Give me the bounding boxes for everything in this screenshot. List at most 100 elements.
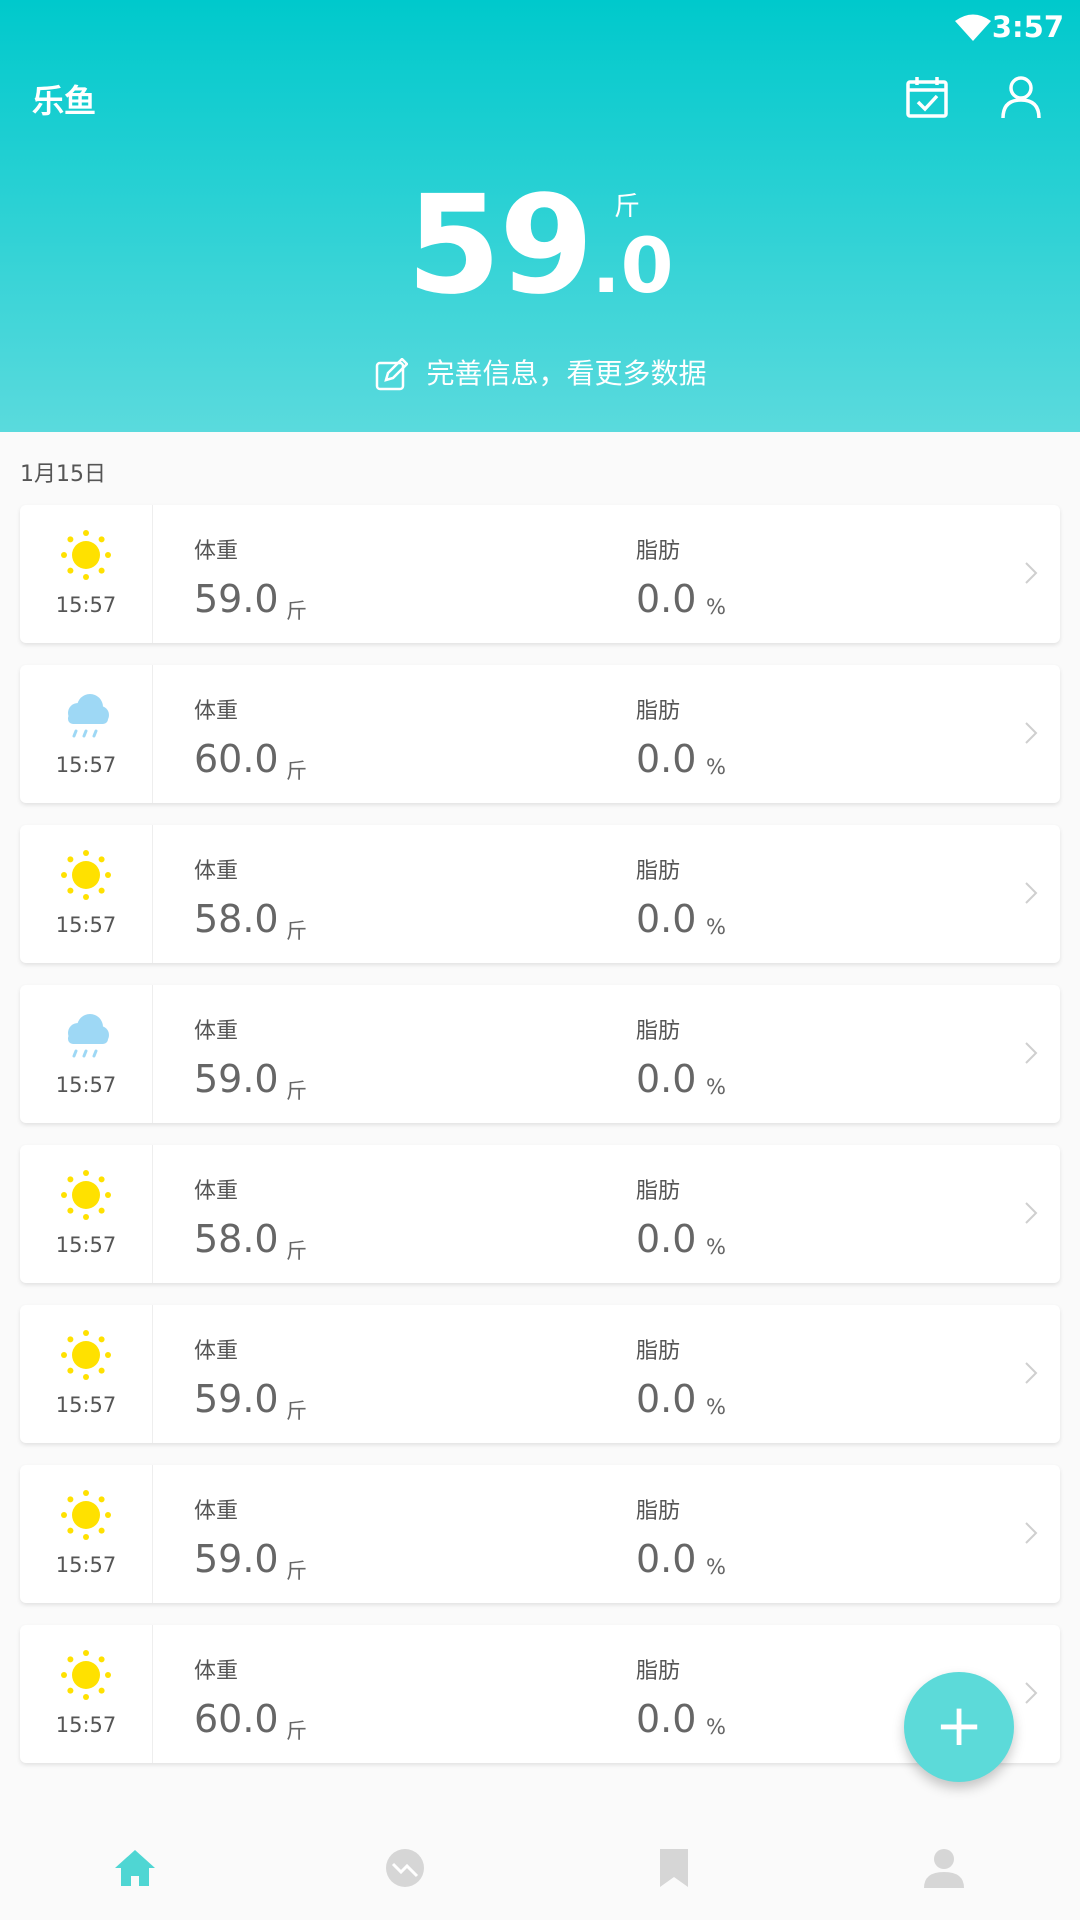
fat-label: 脂肪 <box>636 1179 681 1204</box>
app-title: 乐鱼 <box>32 82 97 120</box>
user-icon[interactable] <box>998 74 1044 120</box>
record-time: 15:57 <box>55 593 117 617</box>
complete-info-label: 完善信息，看更多数据 <box>426 357 707 390</box>
weight-unit: 斤 <box>286 599 307 623</box>
record-card[interactable]: 15:57 体重 59.0 斤 脂肪 0.0% <box>20 1305 1060 1443</box>
weight-label: 体重 <box>194 699 239 724</box>
calendar-check-icon[interactable] <box>904 74 950 120</box>
current-weight: 59.0 <box>0 176 1080 316</box>
weight-label: 体重 <box>194 539 239 564</box>
record-time-col: 15:57 <box>20 505 153 643</box>
record-time-col: 15:57 <box>20 665 153 803</box>
weight-integer: 59 <box>406 167 593 325</box>
weight-label: 体重 <box>194 1339 239 1364</box>
record-time: 15:57 <box>55 1553 117 1577</box>
record-time-col: 15:57 <box>20 985 153 1123</box>
fat-value: 0.0 <box>636 737 697 781</box>
record-time-col: 15:57 <box>20 1465 153 1603</box>
sun-icon <box>58 847 114 903</box>
weight-unit: 斤 <box>286 1079 307 1103</box>
status-time: 3:57 <box>991 10 1064 44</box>
record-card[interactable]: 15:57 体重 59.0 斤 脂肪 0.0% <box>20 985 1060 1123</box>
fat-value: 0.0 <box>636 1377 697 1421</box>
record-time: 15:57 <box>55 1233 117 1257</box>
fat-label: 脂肪 <box>636 859 681 884</box>
weight-label: 体重 <box>194 1179 239 1204</box>
chevron-right-icon <box>1025 1682 1038 1704</box>
record-card[interactable]: 15:57 体重 59.0 斤 脂肪 0.0% <box>20 1465 1060 1603</box>
chevron-right-icon <box>1025 1522 1038 1544</box>
weight-value: 59.0 <box>194 577 279 621</box>
fat-label: 脂肪 <box>636 1659 681 1684</box>
record-card[interactable]: 15:57 体重 59.0 斤 脂肪 0.0% <box>20 505 1060 643</box>
chevron-right-icon <box>1025 1362 1038 1384</box>
weight-value: 60.0 <box>194 737 279 781</box>
chevron-right-icon <box>1025 1202 1038 1224</box>
record-card[interactable]: 15:57 体重 58.0 斤 脂肪 0.0% <box>20 1145 1060 1283</box>
record-time: 15:57 <box>55 1713 117 1737</box>
record-time: 15:57 <box>55 913 117 937</box>
weight-value: 58.0 <box>194 1217 279 1261</box>
record-time-col: 15:57 <box>20 1305 153 1443</box>
sun-icon <box>58 1327 114 1383</box>
fat-value: 0.0 <box>636 1217 697 1261</box>
record-time: 15:57 <box>55 753 117 777</box>
fat-value: 0.0 <box>636 577 697 621</box>
weight-value: 59.0 <box>194 1537 279 1581</box>
trend-icon[interactable] <box>383 1846 427 1890</box>
fat-label: 脂肪 <box>636 699 681 724</box>
rain-cloud-icon <box>58 687 114 743</box>
fat-label: 脂肪 <box>636 1499 681 1524</box>
fat-unit: % <box>706 915 726 939</box>
weight-unit: 斤 <box>286 919 307 943</box>
fat-label: 脂肪 <box>636 1339 681 1364</box>
wifi-icon <box>955 14 991 41</box>
record-time: 15:57 <box>55 1393 117 1417</box>
fat-value: 0.0 <box>636 1697 697 1741</box>
weight-decimal: .0 <box>591 221 674 310</box>
complete-info-link[interactable]: 完善信息，看更多数据 <box>0 352 1080 392</box>
fat-unit: % <box>706 755 726 779</box>
chevron-right-icon <box>1025 722 1038 744</box>
weight-unit: 斤 <box>286 1239 307 1263</box>
edit-icon <box>375 357 409 391</box>
person-icon[interactable] <box>922 1846 966 1890</box>
header: 3:57 乐鱼 59.0 斤 完善信息，看更多数据 <box>0 0 1080 432</box>
fat-value: 0.0 <box>636 897 697 941</box>
weight-value: 59.0 <box>194 1377 279 1421</box>
weight-unit: 斤 <box>614 192 641 222</box>
date-label: 1月15日 <box>20 462 106 487</box>
weight-value: 59.0 <box>194 1057 279 1101</box>
fat-value: 0.0 <box>636 1537 697 1581</box>
fat-label: 脂肪 <box>636 539 681 564</box>
record-card[interactable]: 15:57 体重 58.0 斤 脂肪 0.0% <box>20 825 1060 963</box>
weight-label: 体重 <box>194 1019 239 1044</box>
record-card[interactable]: 15:57 体重 60.0 斤 脂肪 0.0% <box>20 665 1060 803</box>
sun-icon <box>58 1167 114 1223</box>
bottom-nav <box>0 1820 1080 1920</box>
record-time: 15:57 <box>55 1073 117 1097</box>
sun-icon <box>58 527 114 583</box>
rain-cloud-icon <box>58 1007 114 1063</box>
fat-unit: % <box>706 1075 726 1099</box>
weight-value: 60.0 <box>194 1697 279 1741</box>
fat-unit: % <box>706 1395 726 1419</box>
fat-unit: % <box>706 1555 726 1579</box>
chevron-right-icon <box>1025 1042 1038 1064</box>
record-card[interactable]: 15:57 体重 60.0 斤 脂肪 0.0% <box>20 1625 1060 1763</box>
weight-unit: 斤 <box>286 759 307 783</box>
record-time-col: 15:57 <box>20 1625 153 1763</box>
fat-label: 脂肪 <box>636 1019 681 1044</box>
weight-unit: 斤 <box>286 1719 307 1743</box>
home-icon[interactable] <box>113 1846 157 1890</box>
fat-unit: % <box>706 1235 726 1259</box>
chevron-right-icon <box>1025 562 1038 584</box>
weight-label: 体重 <box>194 1659 239 1684</box>
fat-unit: % <box>706 1715 726 1739</box>
sun-icon <box>58 1487 114 1543</box>
record-time-col: 15:57 <box>20 1145 153 1283</box>
add-record-button[interactable]: + <box>904 1672 1014 1782</box>
record-time-col: 15:57 <box>20 825 153 963</box>
fat-unit: % <box>706 595 726 619</box>
bookmark-icon[interactable] <box>652 1846 696 1890</box>
